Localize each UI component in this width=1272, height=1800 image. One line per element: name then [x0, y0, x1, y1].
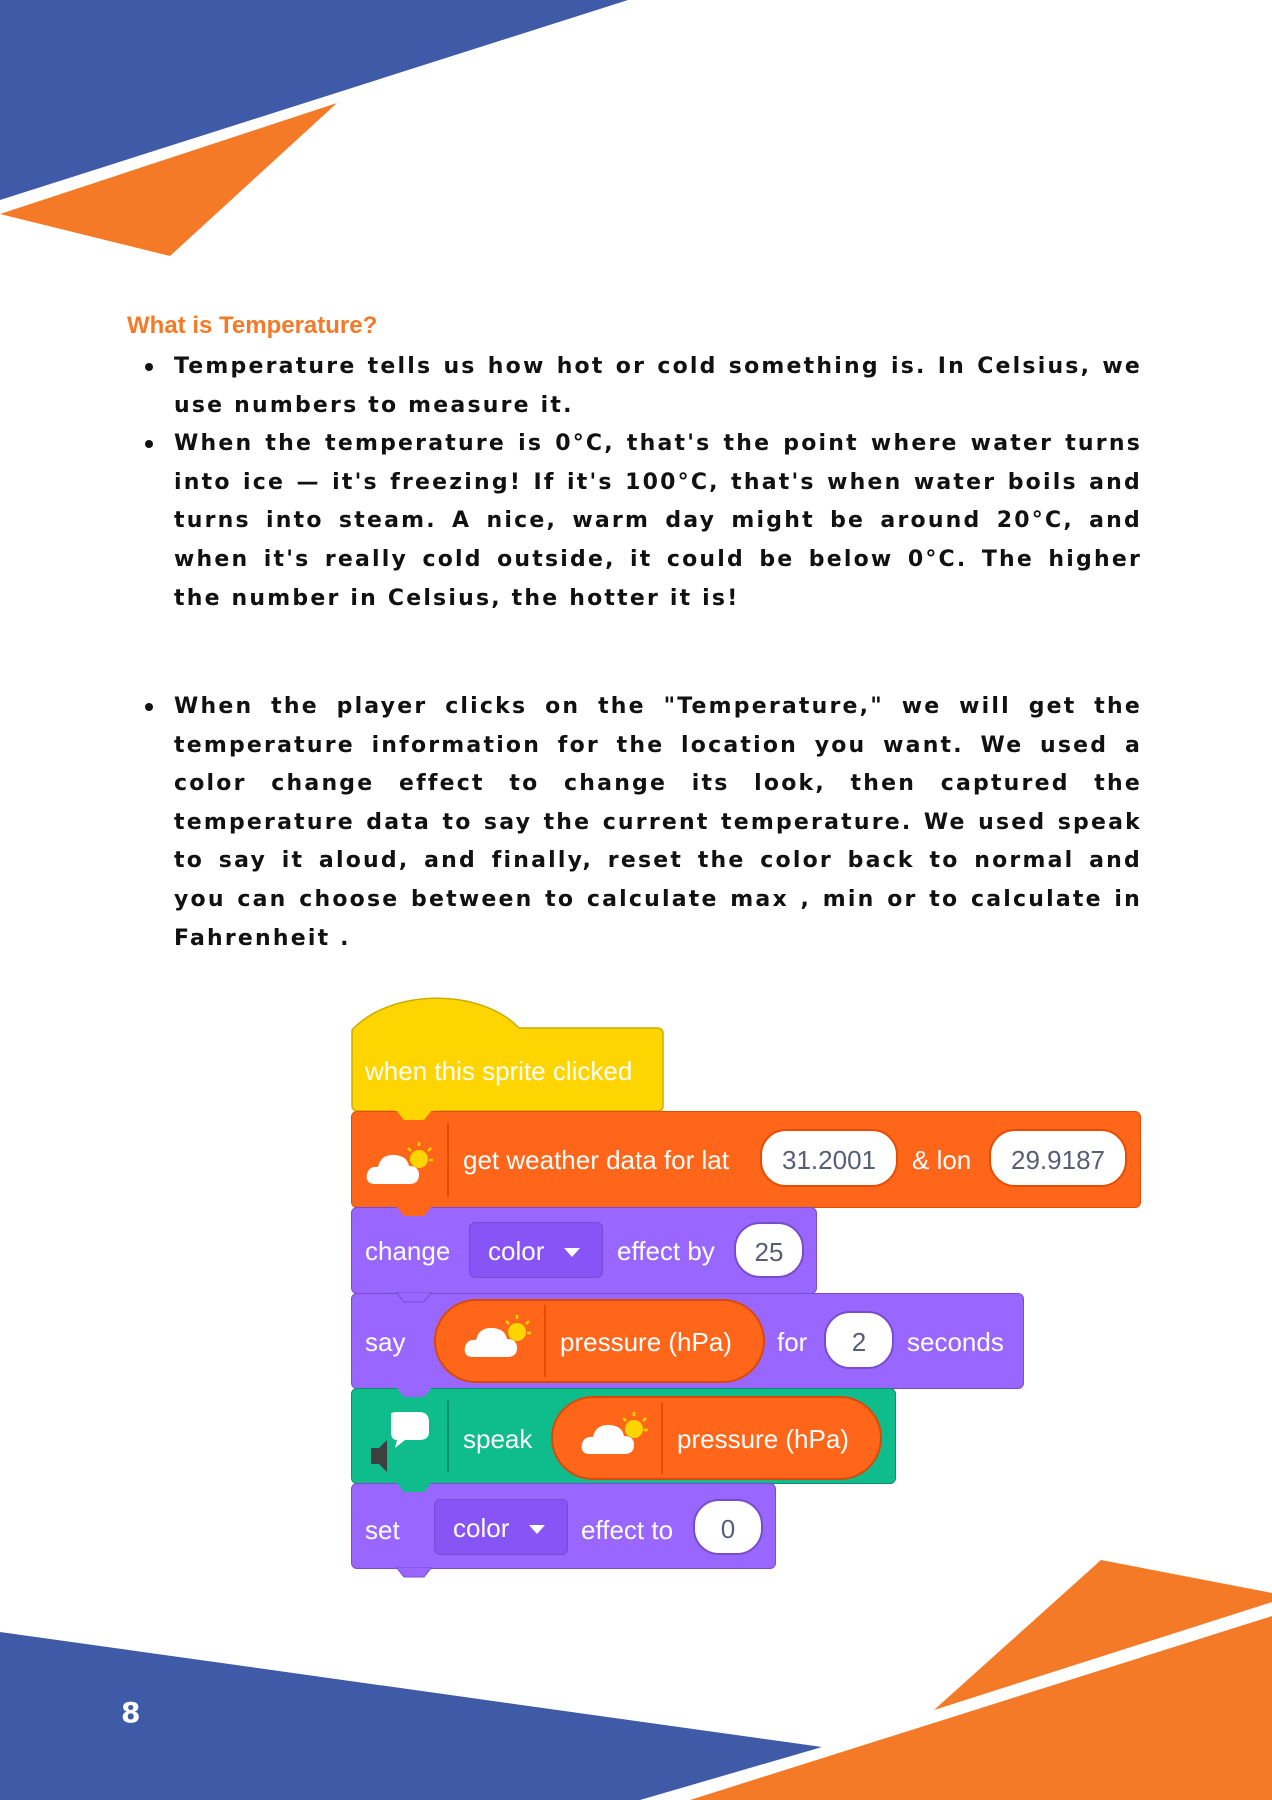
bottom-orange-lower-shape — [690, 1616, 1272, 1800]
effect-dropdown[interactable]: color — [434, 1499, 568, 1555]
reporter-label: pressure (hPa) — [677, 1424, 849, 1454]
block-notch — [396, 1206, 432, 1216]
section-title: What is Temperature? — [127, 312, 378, 339]
block-notch — [396, 1567, 432, 1578]
seconds-input[interactable]: 2 — [824, 1311, 894, 1369]
reporter-label: pressure (hPa) — [560, 1327, 732, 1357]
effect-value-input[interactable]: 0 — [693, 1499, 763, 1555]
lon-label: & lon — [912, 1145, 972, 1175]
effect-amount-input[interactable]: 25 — [734, 1222, 804, 1278]
speech-bubble-icon — [371, 1412, 429, 1472]
bullet-icon — [145, 363, 153, 371]
effect-to-label: effect to — [581, 1515, 674, 1545]
lat-input[interactable]: 31.2001 — [760, 1129, 898, 1187]
block-notch — [396, 1387, 432, 1397]
seconds-label: seconds — [907, 1327, 1004, 1357]
weather-cloud-icon — [581, 1412, 648, 1454]
block-notch — [396, 1482, 432, 1492]
effect-dropdown-value: color — [453, 1513, 510, 1543]
list-item: When the temperature is 0°C, that's the … — [127, 425, 1142, 618]
block-notch — [396, 1292, 432, 1303]
speak-block-label: speak — [463, 1424, 533, 1454]
weather-cloud-icon — [464, 1315, 531, 1357]
top-blue-shape — [0, 0, 628, 200]
set-block-label: set — [365, 1515, 400, 1545]
effect-dropdown-value: color — [488, 1236, 545, 1266]
bullet-text: Temperature tells us how hot or cold som… — [174, 354, 1142, 418]
bullet-icon — [145, 440, 153, 449]
speaker-icon — [371, 1440, 387, 1472]
weather-cloud-icon — [366, 1142, 433, 1184]
block-divider — [447, 1123, 449, 1197]
list-item: When the player clicks on the "Temperatu… — [127, 688, 1142, 958]
page-number: 8 — [121, 1696, 141, 1729]
effect-dropdown[interactable]: color — [469, 1222, 603, 1278]
dropdown-arrow-icon — [564, 1248, 580, 1257]
list-item: Temperature tells us how hot or cold som… — [127, 348, 1142, 425]
effect-by-label: effect by — [617, 1236, 715, 1266]
bullet-text: When the temperature is 0°C, that's the … — [174, 431, 1142, 611]
weather-block-label: get weather data for lat — [463, 1145, 729, 1175]
for-label: for — [777, 1327, 808, 1357]
block-divider — [661, 1402, 663, 1474]
hat-block-label[interactable]: when this sprite clicked — [365, 1056, 632, 1087]
bullet-icon — [145, 703, 153, 711]
change-block-label: change — [365, 1236, 451, 1266]
block-divider — [544, 1305, 546, 1377]
bullet-text: When the player clicks on the "Temperatu… — [174, 694, 1142, 951]
block-notch — [396, 1110, 432, 1120]
explanation-bullet-list: When the player clicks on the "Temperatu… — [127, 688, 1142, 958]
hat-block-shape — [351, 997, 664, 1112]
dropdown-arrow-icon — [529, 1525, 545, 1534]
intro-bullet-list: Temperature tells us how hot or cold som… — [127, 348, 1142, 618]
say-block-label: say — [365, 1327, 406, 1357]
lon-input[interactable]: 29.9187 — [989, 1129, 1127, 1187]
block-divider — [447, 1400, 449, 1472]
